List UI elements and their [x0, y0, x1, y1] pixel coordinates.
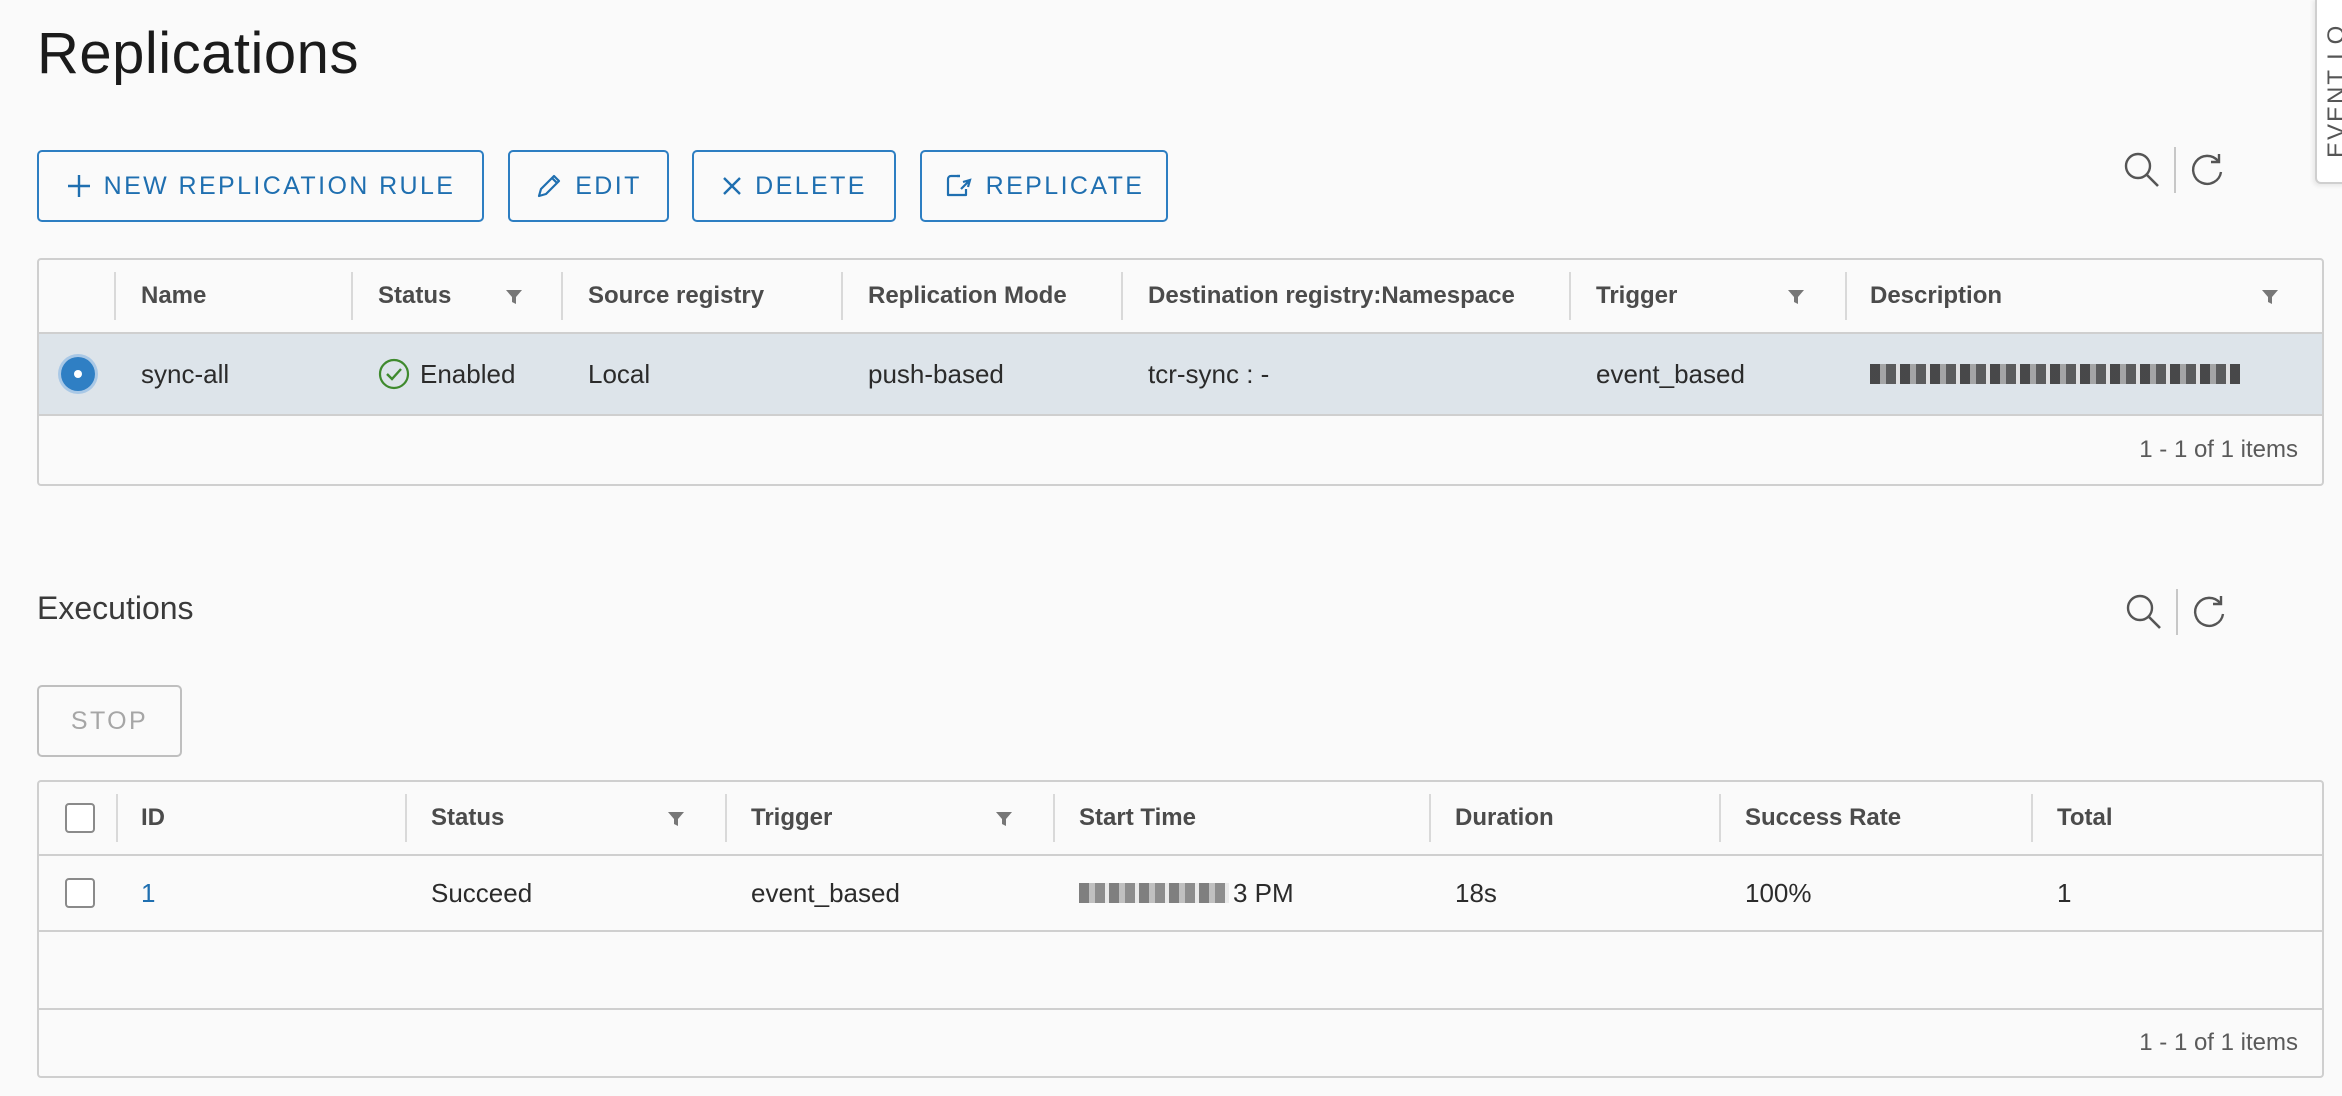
execution-id-link[interactable]: 1: [141, 856, 155, 930]
executions-title: Executions: [37, 590, 194, 626]
replicate-icon: [946, 174, 972, 197]
col-id[interactable]: ID: [141, 782, 165, 854]
refresh-icon[interactable]: [2190, 593, 2228, 631]
col-total[interactable]: Total: [2057, 782, 2113, 854]
table-row[interactable]: 1 Succeed event_based 3 PM 18s 100% 1: [39, 856, 2322, 932]
filter-icon[interactable]: [667, 810, 685, 828]
start-time-suffix: 3 PM: [1233, 877, 1294, 908]
col-trigger[interactable]: Trigger: [1596, 260, 1677, 332]
replication-description-redacted: [1870, 334, 2240, 414]
filter-icon[interactable]: [995, 810, 1013, 828]
executions-footer: 1 - 1 of 1 items: [39, 1010, 2322, 1076]
table-row[interactable]: sync-all Enabled Local push-based tcr-sy…: [39, 334, 2322, 416]
edit-label: EDIT: [575, 171, 642, 200]
row-radio[interactable]: [61, 334, 95, 414]
execution-total: 1: [2057, 877, 2072, 908]
event-log-tab[interactable]: EVENT LO: [2315, 0, 2342, 184]
execution-success-rate: 100%: [1745, 877, 1812, 908]
execution-duration: 18s: [1455, 877, 1497, 908]
event-log-tab-label: EVENT LO: [2323, 23, 2342, 158]
replication-name: sync-all: [141, 358, 230, 389]
select-all-checkbox[interactable]: [65, 782, 95, 854]
executions-header-row: ID Status Trigger Start Time Duration Su…: [39, 782, 2322, 856]
status-text: Enabled: [420, 358, 516, 389]
replication-status: Enabled: [378, 334, 515, 414]
pagination-text: 1 - 1 of 1 items: [2139, 1029, 2298, 1056]
replicate-label: REPLICATE: [985, 171, 1145, 200]
replications-footer: 1 - 1 of 1 items: [39, 416, 2322, 484]
col-name[interactable]: Name: [141, 260, 206, 332]
plus-icon: [67, 175, 90, 197]
executions-grid: ID Status Trigger Start Time Duration Su…: [37, 780, 2324, 1078]
close-icon: [723, 177, 742, 195]
check-circle-icon: [378, 358, 410, 390]
filter-icon[interactable]: [505, 288, 523, 306]
col-start-time[interactable]: Start Time: [1079, 782, 1196, 854]
col-status[interactable]: Status: [378, 260, 451, 332]
col-source-registry[interactable]: Source registry: [588, 260, 764, 332]
page-title: Replications: [37, 21, 359, 86]
new-replication-rule-button[interactable]: NEW REPLICATION RULE: [37, 150, 484, 222]
empty-row-area: [39, 932, 2322, 1010]
replications-grid: Name Status Source registry Replication …: [37, 258, 2324, 486]
replications-tools: [2122, 147, 2226, 193]
col-success-rate[interactable]: Success Rate: [1745, 782, 1901, 854]
replication-destination: tcr-sync : -: [1148, 358, 1270, 389]
execution-status: Succeed: [431, 877, 533, 908]
new-replication-rule-label: NEW REPLICATION RULE: [103, 171, 456, 200]
replication-trigger: event_based: [1596, 358, 1745, 389]
col-description[interactable]: Description: [1870, 260, 2002, 332]
replicate-button[interactable]: REPLICATE: [920, 150, 1168, 222]
delete-button[interactable]: DELETE: [692, 150, 896, 222]
col-destination[interactable]: Destination registry:Namespace: [1148, 260, 1515, 332]
col-duration[interactable]: Duration: [1455, 782, 1554, 854]
executions-tools: [2124, 589, 2228, 635]
execution-trigger: event_based: [751, 877, 900, 908]
search-icon[interactable]: [2124, 592, 2164, 632]
search-icon[interactable]: [2122, 150, 2162, 190]
replication-source: Local: [588, 358, 651, 389]
stop-button[interactable]: STOP: [37, 685, 182, 757]
col-exec-trigger[interactable]: Trigger: [751, 782, 832, 854]
pagination-text: 1 - 1 of 1 items: [2139, 436, 2298, 463]
refresh-icon[interactable]: [2188, 151, 2226, 189]
filter-icon[interactable]: [1787, 288, 1805, 306]
stop-label: STOP: [70, 706, 149, 735]
execution-start-time: 3 PM: [1079, 856, 1294, 930]
edit-button[interactable]: EDIT: [508, 150, 669, 222]
replications-header-row: Name Status Source registry Replication …: [39, 260, 2322, 334]
delete-label: DELETE: [755, 171, 867, 200]
col-exec-status[interactable]: Status: [431, 782, 504, 854]
col-replication-mode[interactable]: Replication Mode: [868, 260, 1067, 332]
filter-icon[interactable]: [2261, 288, 2279, 306]
row-checkbox[interactable]: [65, 856, 95, 930]
replication-mode: push-based: [868, 358, 1004, 389]
pencil-icon: [538, 174, 561, 198]
